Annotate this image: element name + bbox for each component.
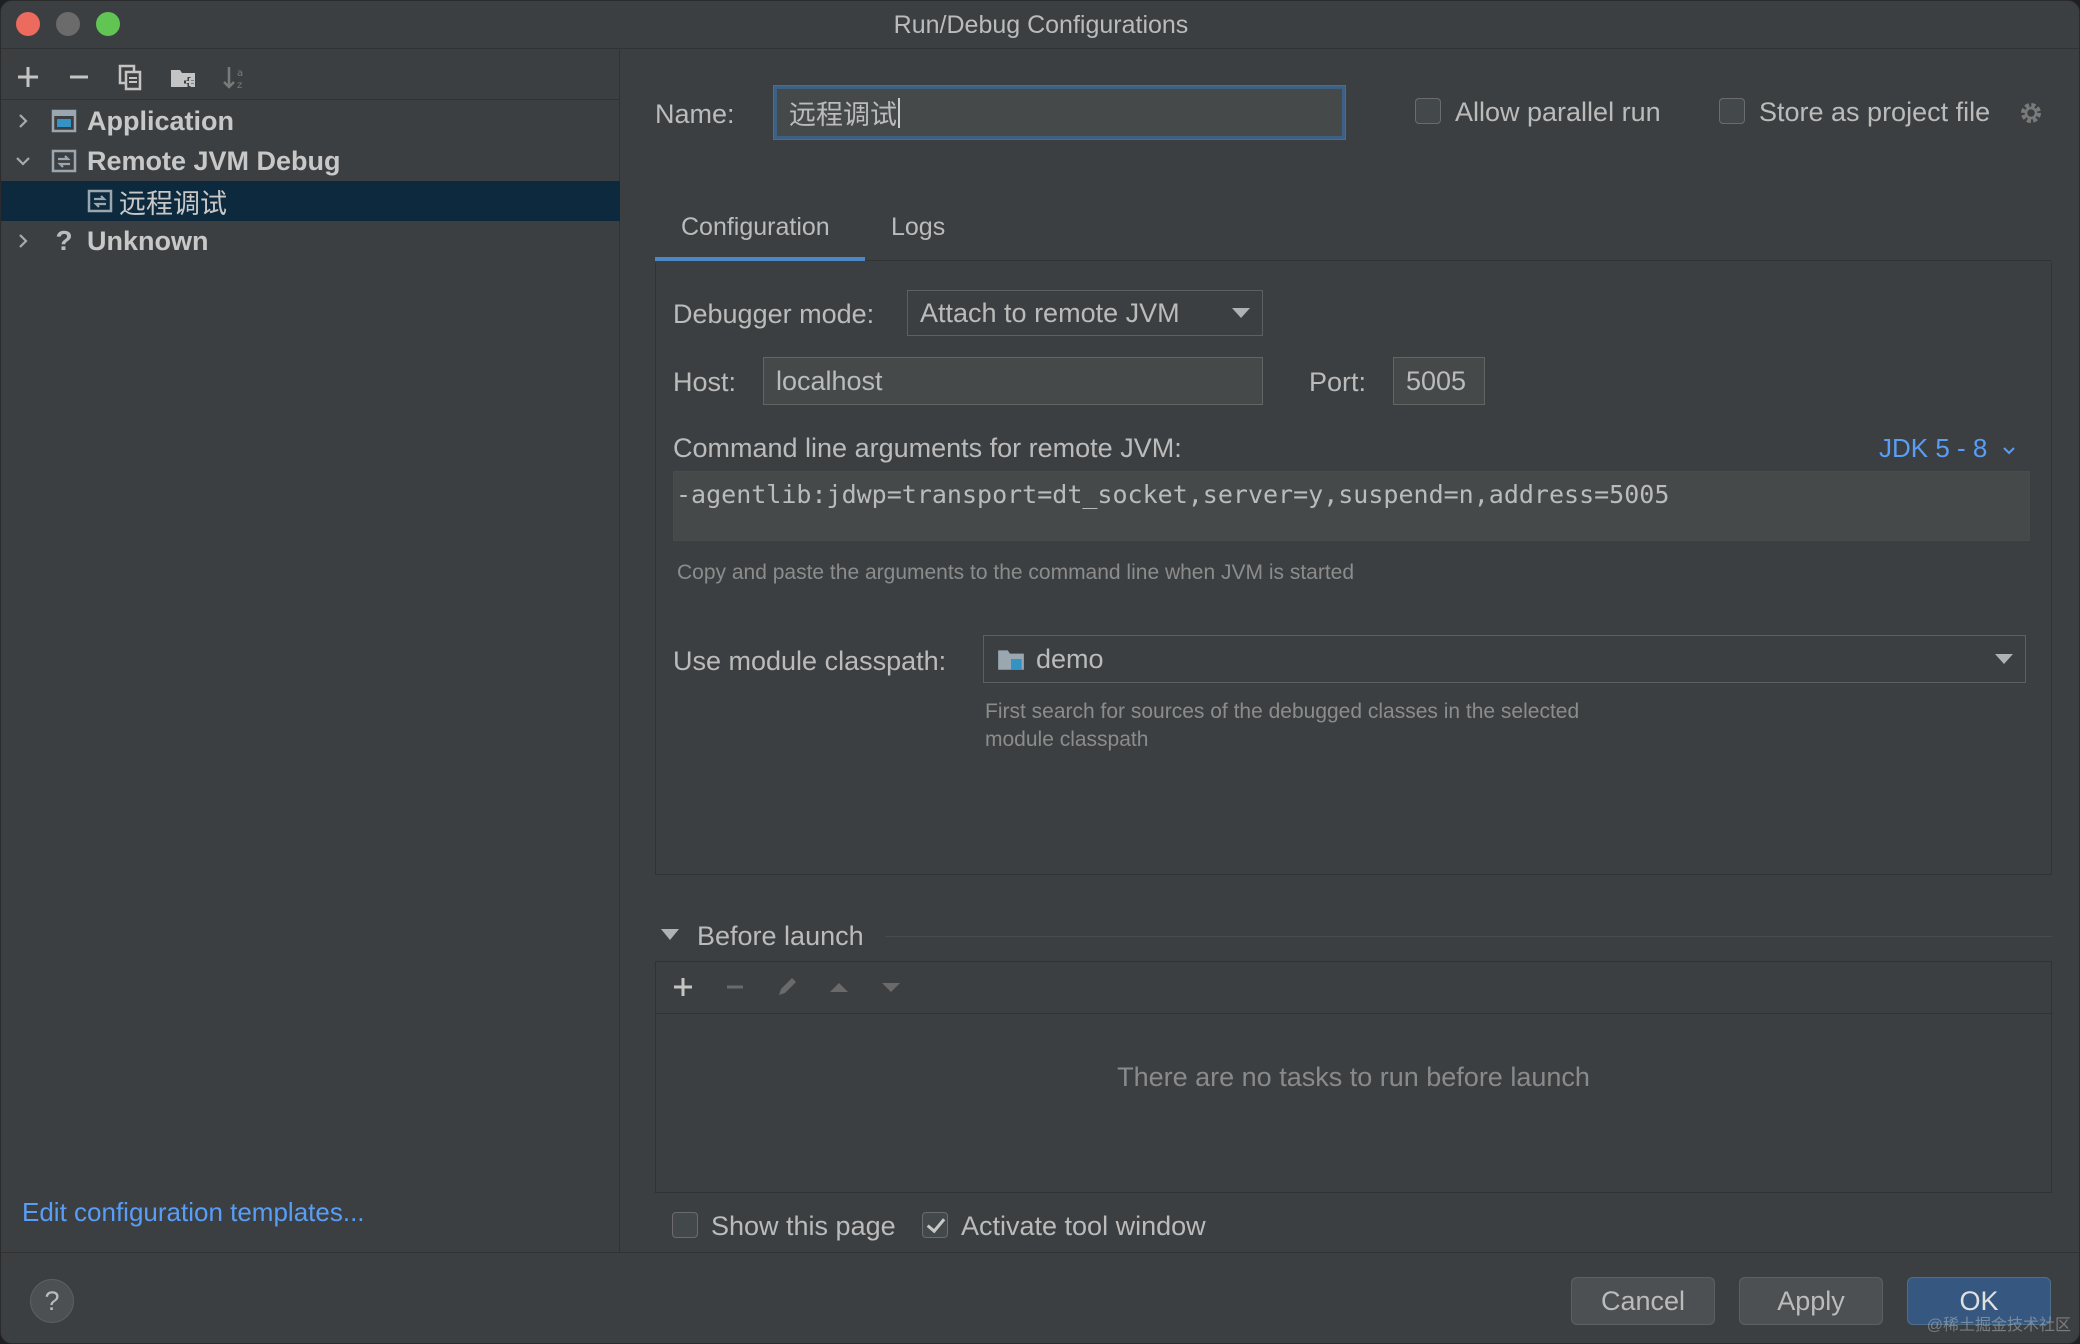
- store-as-project-file-checkbox[interactable]: [1719, 98, 1745, 124]
- remote-debug-icon: [85, 186, 115, 216]
- tree-item-label: Unknown: [87, 225, 209, 256]
- name-input[interactable]: 远程调试: [774, 86, 1345, 139]
- module-classpath-dropdown[interactable]: demo: [983, 635, 2026, 683]
- host-value: localhost: [776, 365, 883, 396]
- debugger-mode-value: Attach to remote JVM: [920, 297, 1180, 328]
- tree-toolbar: az: [1, 50, 620, 100]
- cmdline-arguments-field[interactable]: -agentlib:jdwp=transport=dt_socket,serve…: [673, 471, 2030, 541]
- edit-configuration-templates-link[interactable]: Edit configuration templates...: [22, 1197, 365, 1228]
- cmdline-label: Command line arguments for remote JVM:: [673, 433, 1182, 463]
- dropdown-arrow-icon: [1995, 654, 2013, 664]
- host-label: Host:: [673, 367, 737, 397]
- remove-icon[interactable]: [64, 62, 94, 92]
- chevron-right-icon[interactable]: [13, 231, 33, 251]
- tree-item-unknown[interactable]: ? Unknown: [1, 221, 620, 261]
- dropdown-arrow-icon: [1232, 308, 1250, 318]
- window-title: Run/Debug Configurations: [893, 11, 1189, 39]
- name-value: 远程调试: [789, 100, 897, 130]
- store-as-project-file-label: Store as project file: [1759, 97, 1991, 127]
- tree-item-label: Remote JVM Debug: [87, 145, 341, 176]
- tab-configuration[interactable]: Configuration: [681, 213, 830, 242]
- move-up-icon[interactable]: [824, 972, 854, 1002]
- port-label: Port:: [1309, 367, 1367, 397]
- module-classpath-label: Use module classpath:: [673, 646, 947, 676]
- activate-tool-window-label: Activate tool window: [961, 1211, 1206, 1241]
- show-this-page-checkbox[interactable]: [672, 1212, 698, 1238]
- collapse-triangle-icon[interactable]: [661, 929, 679, 940]
- move-down-icon[interactable]: [876, 972, 906, 1002]
- chevron-down-icon: [2002, 447, 2015, 455]
- module-classpath-hint-line2: module classpath: [985, 728, 1149, 751]
- module-classpath-hint-line1: First search for sources of the debugged…: [985, 700, 1580, 723]
- add-icon[interactable]: [13, 62, 43, 92]
- tree-item-remote-debug-config[interactable]: 远程调试: [1, 181, 620, 221]
- new-folder-icon[interactable]: [168, 62, 198, 92]
- allow-parallel-run-label: Allow parallel run: [1455, 97, 1661, 127]
- help-button[interactable]: ?: [30, 1279, 74, 1323]
- port-input[interactable]: 5005: [1393, 357, 1485, 405]
- chevron-right-icon[interactable]: [13, 111, 33, 131]
- text-caret: [898, 97, 900, 128]
- cmdline-hint: Copy and paste the arguments to the comm…: [677, 561, 1355, 584]
- watermark: @稀土掘金技术社区: [1926, 1317, 2071, 1334]
- cancel-button[interactable]: Cancel: [1571, 1277, 1715, 1325]
- allow-parallel-run-checkbox[interactable]: [1415, 98, 1441, 124]
- before-launch-header[interactable]: Before launch: [697, 921, 864, 952]
- edit-task-icon[interactable]: [772, 972, 802, 1002]
- dialog-footer: ? Cancel Apply OK: [1, 1252, 2079, 1343]
- cmdline-arguments-value: -agentlib:jdwp=transport=dt_socket,serve…: [676, 480, 1670, 509]
- debugger-mode-label: Debugger mode:: [673, 299, 875, 329]
- module-classpath-value: demo: [1036, 643, 1104, 674]
- module-folder-icon: [998, 650, 1024, 670]
- title-bar: Run/Debug Configurations: [1, 1, 2079, 49]
- tab-logs[interactable]: Logs: [891, 213, 945, 242]
- svg-text:z: z: [237, 80, 242, 91]
- question-icon: ?: [55, 225, 73, 256]
- jdk-version-selector[interactable]: JDK 5 - 8: [1879, 433, 2017, 464]
- application-icon: [49, 106, 79, 136]
- before-launch-divider: [885, 936, 2052, 937]
- add-task-icon[interactable]: [668, 972, 698, 1002]
- show-this-page-label: Show this page: [711, 1211, 896, 1241]
- host-input[interactable]: localhost: [763, 357, 1263, 405]
- apply-button[interactable]: Apply: [1739, 1277, 1883, 1325]
- debugger-mode-dropdown[interactable]: Attach to remote JVM: [907, 290, 1263, 336]
- tree-item-remote-jvm-debug[interactable]: Remote JVM Debug: [1, 141, 620, 181]
- tree-item-application[interactable]: Application: [1, 101, 620, 141]
- run-debug-configurations-dialog: Run/Debug Configurations az Application …: [0, 0, 2080, 1344]
- gear-icon[interactable]: [2017, 99, 2045, 127]
- active-tab-indicator: [655, 257, 865, 261]
- chevron-down-icon[interactable]: [13, 151, 33, 171]
- remove-task-icon[interactable]: [720, 972, 750, 1002]
- sort-icon[interactable]: az: [220, 62, 250, 92]
- port-value: 5005: [1406, 365, 1467, 396]
- activate-tool-window-checkbox[interactable]: [922, 1212, 948, 1238]
- jdk-version-label: JDK 5 - 8: [1879, 433, 1988, 463]
- before-launch-empty-text: There are no tasks to run before launch: [1117, 1062, 1590, 1092]
- name-label: Name:: [655, 99, 735, 129]
- tree-item-label: Application: [87, 105, 234, 136]
- before-launch-panel: There are no tasks to run before launch: [655, 961, 2052, 1193]
- copy-icon[interactable]: [115, 62, 145, 92]
- before-launch-toolbar: [656, 962, 2051, 1014]
- tree-item-label: 远程调试: [119, 188, 227, 219]
- remote-debug-icon: [49, 146, 79, 176]
- svg-text:a: a: [237, 68, 243, 79]
- configuration-tree-panel: az Application Remote JVM Debug 远程调试 ? U…: [1, 50, 620, 1252]
